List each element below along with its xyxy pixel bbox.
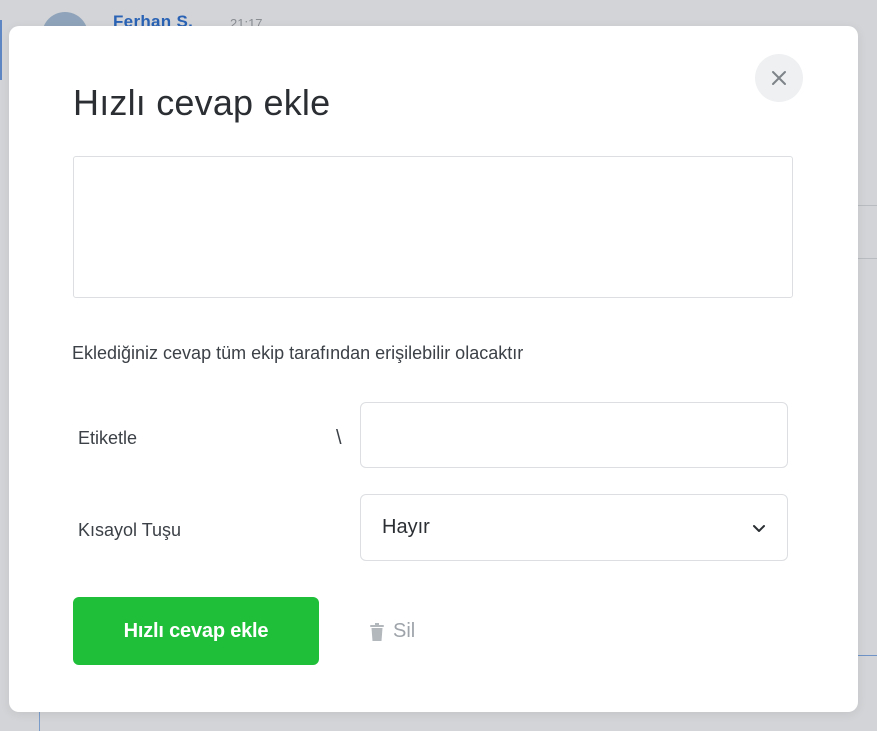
chevron-down-icon [753,524,765,532]
background-divider [858,205,877,206]
close-button[interactable] [755,54,803,102]
quick-reply-modal: Hızlı cevap ekle Eklediğiniz cevap tüm e… [9,26,858,712]
tag-prefix: \ [336,427,342,449]
shortcut-select-value: Hayır [382,516,430,538]
tag-input[interactable] [360,402,788,468]
modal-title: Hızlı cevap ekle [73,82,331,123]
shortcut-label: Kısayol Tuşu [78,520,182,540]
background-edge [0,20,2,80]
background-divider [858,655,877,656]
background-divider [858,258,877,259]
info-text: Eklediğiniz cevap tüm ekip tarafından er… [72,343,524,363]
trash-icon [370,622,384,641]
reply-text-area[interactable] [73,156,793,298]
delete-button[interactable]: Sil [370,620,415,643]
shortcut-select[interactable]: Hayır [360,494,788,561]
tag-label: Etiketle [78,428,138,448]
delete-label: Sil [393,620,416,642]
close-icon [772,71,786,85]
add-quick-reply-button[interactable]: Hızlı cevap ekle [73,597,319,665]
